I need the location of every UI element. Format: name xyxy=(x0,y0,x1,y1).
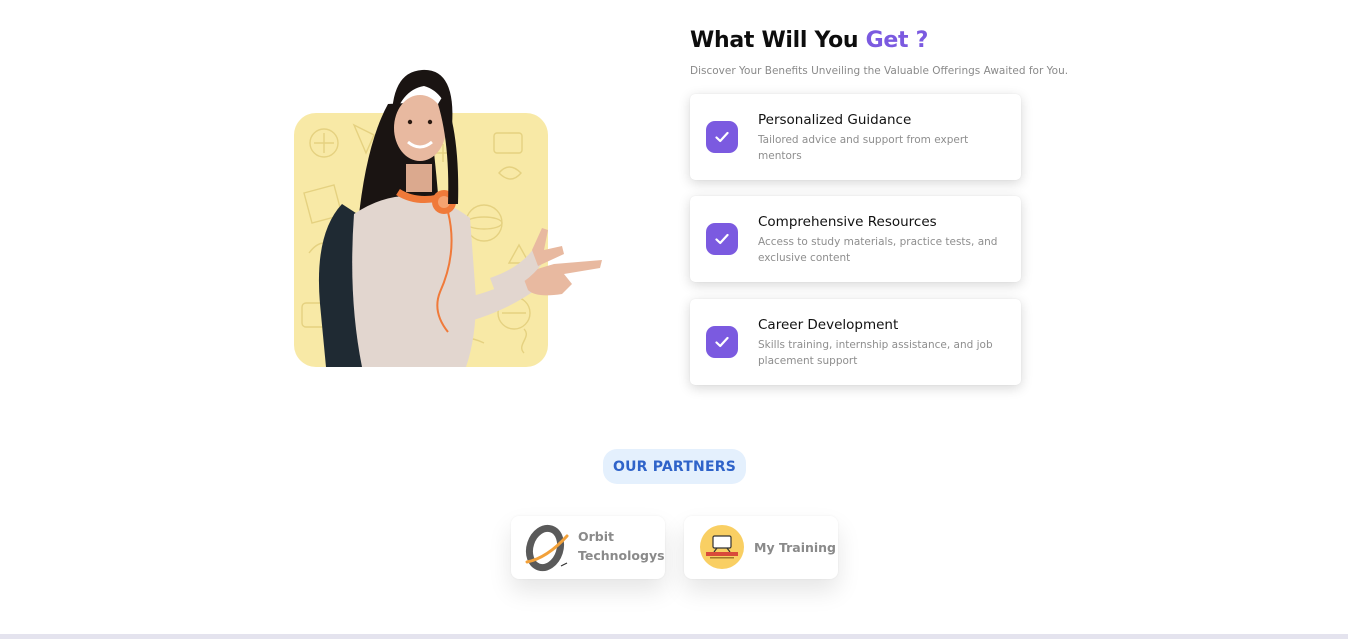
benefit-card-guidance: Personalized Guidance Tailored advice an… xyxy=(690,94,1021,180)
benefit-card-career: Career Development Skills training, inte… xyxy=(690,299,1021,385)
benefit-description: Tailored advice and support from expert … xyxy=(758,134,969,162)
benefit-description: Skills training, internship assistance, … xyxy=(758,339,993,367)
benefits-title: What Will You Get ? xyxy=(690,26,1110,56)
benefit-card-resources: Comprehensive Resources Access to study … xyxy=(690,196,1021,282)
partner-name: My Training xyxy=(754,540,837,555)
student-illustration xyxy=(318,69,602,367)
benefits-title-main: What Will You xyxy=(690,28,859,53)
check-icon xyxy=(706,121,738,153)
partner-card-mytraining[interactable]: My Training xyxy=(684,516,838,579)
benefit-description: Access to study materials, practice test… xyxy=(758,236,998,264)
check-icon xyxy=(706,326,738,358)
orbit-technologys-logo xyxy=(525,524,569,572)
benefit-title: Career Development xyxy=(758,317,899,333)
footer-divider xyxy=(0,634,1348,639)
benefit-title: Comprehensive Resources xyxy=(758,214,937,230)
benefits-subtitle: Discover Your Benefits Unveiling the Val… xyxy=(690,65,1069,77)
benefits-section: What Will You Get ? Discover Your Benefi… xyxy=(690,26,1110,385)
partner-name: Orbit Technologys xyxy=(578,529,665,563)
partners-heading: OUR PARTNERS xyxy=(603,449,746,484)
hero-image xyxy=(294,64,614,369)
partner-card-orbit[interactable]: Orbit Technologys xyxy=(511,516,665,579)
benefit-title: Personalized Guidance xyxy=(758,112,912,128)
check-icon xyxy=(706,223,738,255)
my-training-logo xyxy=(700,525,744,569)
benefits-title-accent: Get ? xyxy=(865,28,929,53)
